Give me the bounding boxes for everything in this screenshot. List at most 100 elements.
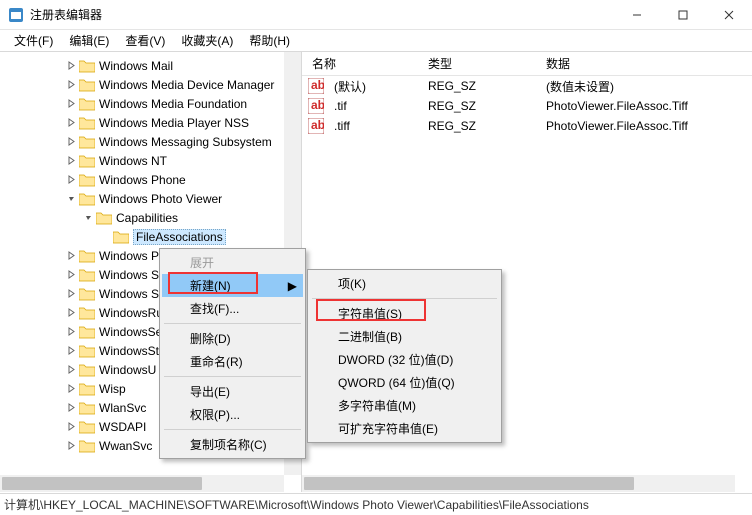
chevron-right-icon[interactable] (63, 118, 79, 127)
ctx-perm[interactable]: 权限(P)... (162, 403, 303, 426)
string-value-icon (308, 118, 324, 134)
tree-item[interactable]: Windows Media Player NSS (0, 113, 301, 132)
chevron-right-icon[interactable] (63, 384, 79, 393)
folder-icon (79, 287, 95, 301)
chevron-right-icon[interactable] (63, 365, 79, 374)
ctx2-multi[interactable]: 多字符串值(M) (310, 394, 499, 417)
tree-item[interactable]: Windows NT (0, 151, 301, 170)
cell-type: REG_SZ (418, 119, 536, 133)
list-header[interactable]: 名称 类型 数据 (302, 52, 752, 76)
tree-item-label: WindowsRu (99, 306, 163, 320)
chevron-right-icon[interactable] (63, 441, 79, 450)
tree-item[interactable]: FileAssociations (0, 227, 301, 246)
ctx-copyname[interactable]: 复制项名称(C) (162, 433, 303, 456)
menu-edit[interactable]: 编辑(E) (61, 30, 117, 51)
chevron-right-icon[interactable] (63, 289, 79, 298)
ctx2-qword[interactable]: QWORD (64 位)值(Q) (310, 371, 499, 394)
tree-hscrollbar[interactable] (0, 475, 284, 492)
chevron-right-icon[interactable] (63, 308, 79, 317)
list-row[interactable]: .tiffREG_SZPhotoViewer.FileAssoc.Tiff (302, 116, 752, 136)
ctx-expand: 展开 (162, 251, 303, 274)
tree-item-label: WindowsU (99, 363, 156, 377)
ctx2-binary[interactable]: 二进制值(B) (310, 325, 499, 348)
tree-item-label: WindowsSt (99, 344, 159, 358)
folder-icon (79, 192, 95, 206)
ctx-sep (164, 323, 301, 324)
chevron-right-icon[interactable] (63, 251, 79, 260)
maximize-button[interactable] (660, 0, 706, 30)
chevron-right-icon[interactable] (63, 422, 79, 431)
menu-fav[interactable]: 收藏夹(A) (173, 30, 241, 51)
ctx-new[interactable]: 新建(N) ▶ (162, 274, 303, 297)
tree-item-label: Windows Media Player NSS (99, 116, 249, 130)
submenu-arrow-icon: ▶ (288, 279, 297, 293)
menu-view[interactable]: 查看(V) (117, 30, 173, 51)
string-value-icon (308, 98, 324, 114)
tree-item[interactable]: Windows Mail (0, 56, 301, 75)
list-row[interactable]: .tifREG_SZPhotoViewer.FileAssoc.Tiff (302, 96, 752, 116)
list-body[interactable]: (默认)REG_SZ(数值未设置).tifREG_SZPhotoViewer.F… (302, 76, 752, 136)
close-button[interactable] (706, 0, 752, 30)
folder-icon (79, 59, 95, 73)
tree-item-label: Wisp (99, 382, 126, 396)
tree-item[interactable]: Windows Phone (0, 170, 301, 189)
tree-item[interactable]: Capabilities (0, 208, 301, 227)
list-row[interactable]: (默认)REG_SZ(数值未设置) (302, 76, 752, 96)
context-menu[interactable]: 展开 新建(N) ▶ 查找(F)... 删除(D) 重命名(R) 导出(E) 权… (159, 248, 306, 459)
chevron-right-icon[interactable] (63, 346, 79, 355)
list-hscrollbar[interactable] (302, 475, 735, 492)
folder-icon (96, 211, 112, 225)
tree-item-label: Windows Mail (99, 59, 173, 73)
chevron-right-icon[interactable] (63, 327, 79, 336)
col-name[interactable]: 名称 (302, 55, 418, 72)
tree-item[interactable]: Windows Photo Viewer (0, 189, 301, 208)
ctx-delete[interactable]: 删除(D) (162, 327, 303, 350)
chevron-right-icon[interactable] (63, 61, 79, 70)
tree-item-label: Windows S (99, 287, 159, 301)
cell-type: REG_SZ (418, 99, 536, 113)
col-data[interactable]: 数据 (536, 55, 752, 72)
chevron-right-icon[interactable] (63, 156, 79, 165)
ctx2-key[interactable]: 项(K) (310, 272, 499, 295)
minimize-button[interactable] (614, 0, 660, 30)
chevron-down-icon[interactable] (80, 213, 96, 222)
tree-item-label: Windows P (99, 249, 159, 263)
cell-data: (数值未设置) (536, 78, 752, 95)
ctx2-dword[interactable]: DWORD (32 位)值(D) (310, 348, 499, 371)
chevron-right-icon[interactable] (63, 175, 79, 184)
menu-bar: 文件(F) 编辑(E) 查看(V) 收藏夹(A) 帮助(H) (0, 30, 752, 52)
chevron-right-icon[interactable] (63, 403, 79, 412)
ctx2-expand[interactable]: 可扩充字符串值(E) (310, 417, 499, 440)
chevron-right-icon[interactable] (63, 80, 79, 89)
tree-item[interactable]: Windows Media Device Manager (0, 75, 301, 94)
tree-item-label: Windows Messaging Subsystem (99, 135, 272, 149)
tree-item[interactable]: Windows Media Foundation (0, 94, 301, 113)
status-path: 计算机\HKEY_LOCAL_MACHINE\SOFTWARE\Microsof… (4, 496, 589, 513)
col-type[interactable]: 类型 (418, 55, 536, 72)
folder-icon (79, 363, 95, 377)
folder-icon (79, 249, 95, 263)
folder-icon (79, 268, 95, 282)
window-title: 注册表编辑器 (30, 6, 614, 23)
context-submenu-new[interactable]: 项(K) 字符串值(S) 二进制值(B) DWORD (32 位)值(D) QW… (307, 269, 502, 443)
ctx-export[interactable]: 导出(E) (162, 380, 303, 403)
chevron-right-icon[interactable] (63, 137, 79, 146)
menu-file[interactable]: 文件(F) (6, 30, 61, 51)
ctx-find[interactable]: 查找(F)... (162, 297, 303, 320)
title-bar: 注册表编辑器 (0, 0, 752, 30)
tree-item-label: Windows Media Foundation (99, 97, 247, 111)
tree-item[interactable]: Windows Messaging Subsystem (0, 132, 301, 151)
ctx-sep (164, 376, 301, 377)
chevron-right-icon[interactable] (63, 270, 79, 279)
tree-item-label: Windows Phone (99, 173, 186, 187)
menu-help[interactable]: 帮助(H) (241, 30, 298, 51)
ctx-rename[interactable]: 重命名(R) (162, 350, 303, 373)
ctx2-string[interactable]: 字符串值(S) (310, 302, 499, 325)
cell-data: PhotoViewer.FileAssoc.Tiff (536, 119, 752, 133)
chevron-down-icon[interactable] (63, 194, 79, 203)
status-bar: 计算机\HKEY_LOCAL_MACHINE\SOFTWARE\Microsof… (0, 493, 752, 515)
folder-icon (79, 116, 95, 130)
tree-item-label: WSDAPI (99, 420, 146, 434)
ctx-sep (164, 429, 301, 430)
chevron-right-icon[interactable] (63, 99, 79, 108)
